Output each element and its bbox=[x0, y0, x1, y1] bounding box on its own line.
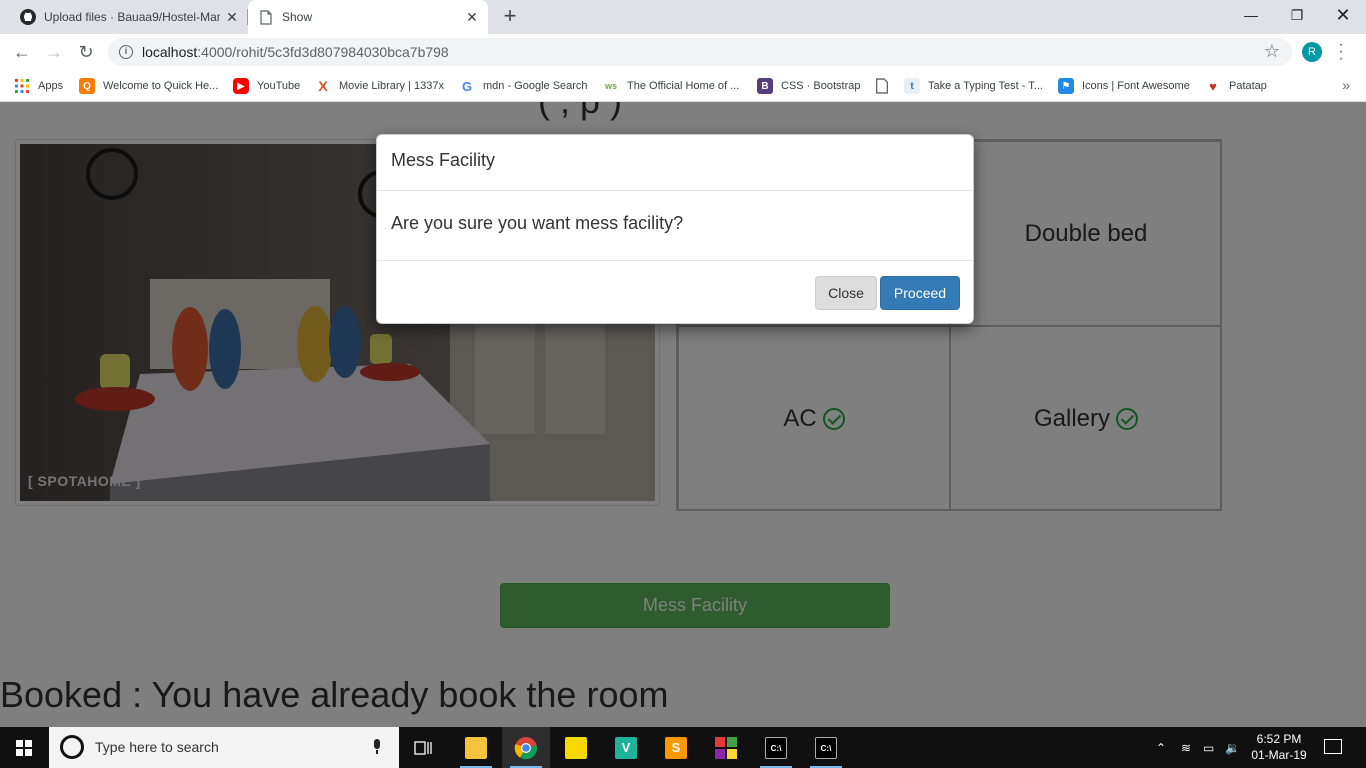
proceed-button[interactable]: Proceed bbox=[880, 276, 960, 310]
1337x-icon: X bbox=[318, 78, 328, 94]
youtube-icon: ▶ bbox=[233, 78, 249, 94]
back-arrow-icon[interactable]: ← bbox=[9, 39, 35, 65]
patatap-icon: ♥ bbox=[1209, 78, 1217, 94]
bookmark-patatap[interactable]: ♥ Patatap bbox=[1205, 77, 1267, 95]
volume-icon[interactable]: 🔉 bbox=[1225, 727, 1240, 768]
modal-footer: Close Proceed bbox=[377, 261, 973, 323]
chrome-taskbar-button[interactable] bbox=[502, 727, 550, 768]
close-icon[interactable]: ✕ bbox=[224, 9, 240, 25]
url-path: :4000/rohit/5c3fd3d807984030bca7b798 bbox=[197, 44, 449, 60]
cortana-icon bbox=[60, 735, 84, 759]
taskbar-search-box[interactable]: Type here to search bbox=[49, 727, 399, 768]
tab-show[interactable]: Show ✕ bbox=[248, 0, 488, 34]
bookmark-font-awesome[interactable]: ⚑ Icons | Font Awesome bbox=[1058, 77, 1190, 95]
tab-title: Upload files · Bauaa9/Hostel-Manag bbox=[44, 10, 220, 24]
sublime-icon: S bbox=[665, 736, 687, 759]
modal-title: Mess Facility bbox=[377, 135, 973, 191]
quickheal-icon: Q bbox=[79, 78, 95, 94]
browser-toolbar: ← → ↻ i localhost:4000/rohit/5c3fd3d8079… bbox=[0, 34, 1366, 70]
clock-time: 6:52 PM bbox=[1256, 732, 1302, 746]
document-icon bbox=[260, 9, 272, 25]
forward-arrow-icon[interactable]: → bbox=[41, 39, 67, 65]
search-placeholder: Type here to search bbox=[95, 739, 219, 755]
terminal-button-2[interactable]: C:\ bbox=[802, 727, 850, 768]
office-app-button[interactable] bbox=[702, 727, 750, 768]
bookmark-apps[interactable]: Apps bbox=[14, 77, 63, 95]
command-prompt-icon: C:\ bbox=[815, 736, 837, 759]
new-tab-button[interactable]: + bbox=[498, 5, 522, 29]
minimize-button[interactable]: — bbox=[1228, 0, 1274, 30]
tab-title: Show bbox=[282, 10, 313, 24]
tab-github-upload[interactable]: Upload files · Bauaa9/Hostel-Manag ✕ bbox=[8, 0, 248, 34]
apps-grid-icon bbox=[14, 78, 30, 94]
bookmark-star-icon[interactable]: ☆ bbox=[1264, 41, 1280, 62]
window-close-button[interactable]: ✕ bbox=[1320, 0, 1366, 30]
reload-icon[interactable]: ↻ bbox=[73, 39, 99, 65]
font-awesome-icon: ⚑ bbox=[1058, 78, 1074, 94]
bookmark-label: The Official Home of ... bbox=[627, 80, 740, 92]
app-icon: V bbox=[615, 736, 637, 759]
profile-avatar[interactable]: R bbox=[1302, 42, 1322, 62]
typing-test-icon: t bbox=[904, 78, 920, 94]
bookmarks-bar: Apps Q Welcome to Quick He... ▶ YouTube … bbox=[0, 70, 1366, 102]
url-host: localhost bbox=[142, 44, 198, 60]
store-app-button[interactable]: V bbox=[602, 727, 650, 768]
colored-squares-icon bbox=[715, 736, 737, 759]
bookmark-label: CSS · Bootstrap bbox=[781, 80, 861, 92]
bookmark-label: Patatap bbox=[1229, 80, 1267, 92]
clock-date: 01-Mar-19 bbox=[1251, 748, 1307, 762]
browser-tab-strip: Upload files · Bauaa9/Hostel-Manag ✕ Sho… bbox=[0, 0, 1366, 34]
github-icon bbox=[20, 9, 36, 25]
bookmark-bootstrap[interactable]: B CSS · Bootstrap bbox=[757, 77, 860, 95]
bookmark-page[interactable] bbox=[874, 77, 898, 95]
bookmark-youtube[interactable]: ▶ YouTube bbox=[233, 77, 300, 95]
folder-icon bbox=[465, 736, 487, 759]
bookmark-typing-test[interactable]: t Take a Typing Test - T... bbox=[904, 77, 1043, 95]
task-view-icon bbox=[414, 740, 432, 755]
chrome-icon bbox=[514, 736, 538, 759]
bookmark-label: mdn - Google Search bbox=[483, 80, 588, 92]
restore-button[interactable]: ❐ bbox=[1274, 0, 1320, 30]
bookmark-quickheal[interactable]: Q Welcome to Quick He... bbox=[79, 77, 218, 95]
sticky-note-icon bbox=[565, 736, 587, 759]
close-button[interactable]: Close bbox=[815, 276, 877, 310]
battery-icon[interactable]: ▭ bbox=[1203, 727, 1214, 768]
bookmark-label: Icons | Font Awesome bbox=[1082, 80, 1190, 92]
bootstrap-icon: B bbox=[757, 78, 773, 94]
mess-facility-dialog: Mess Facility Are you sure you want mess… bbox=[376, 134, 974, 324]
sticky-notes-button[interactable] bbox=[552, 727, 600, 768]
start-button[interactable] bbox=[0, 727, 48, 768]
official-home-icon: ws bbox=[604, 81, 617, 91]
google-icon: G bbox=[461, 78, 473, 94]
url-text[interactable]: localhost:4000/rohit/5c3fd3d807984030bca… bbox=[142, 44, 449, 60]
address-bar[interactable]: i localhost:4000/rohit/5c3fd3d807984030b… bbox=[108, 38, 1292, 66]
bookmark-google-search[interactable]: G mdn - Google Search bbox=[459, 77, 588, 95]
bookmark-1337x[interactable]: X Movie Library | 1337x bbox=[315, 77, 444, 95]
microphone-icon[interactable] bbox=[372, 739, 382, 755]
command-prompt-icon: C:\ bbox=[765, 736, 787, 759]
page-icon bbox=[876, 78, 888, 94]
show-hidden-icons[interactable]: ⌃ bbox=[1156, 727, 1166, 768]
sublime-text-button[interactable]: S bbox=[652, 727, 700, 768]
bookmark-label: Take a Typing Test - T... bbox=[928, 80, 1043, 92]
task-view-button[interactable] bbox=[400, 727, 448, 768]
file-explorer-button[interactable] bbox=[452, 727, 500, 768]
windows-taskbar: Type here to search V S C:\ C:\ ⌃ ≋ ▭ 🔉 bbox=[0, 727, 1366, 768]
info-icon[interactable]: i bbox=[119, 45, 133, 59]
bookmark-label: YouTube bbox=[257, 80, 301, 92]
bookmark-label: Welcome to Quick He... bbox=[103, 80, 219, 92]
notification-icon[interactable] bbox=[1324, 739, 1342, 754]
bookmark-official-home[interactable]: ws The Official Home of ... bbox=[603, 77, 739, 95]
bookmark-label: Movie Library | 1337x bbox=[339, 80, 444, 92]
chevron-right-icon[interactable]: » bbox=[1342, 77, 1350, 93]
modal-message: Are you sure you want mess facility? bbox=[377, 191, 973, 261]
bookmark-label: Apps bbox=[38, 80, 64, 92]
kebab-menu-icon[interactable]: · · · bbox=[1336, 37, 1346, 67]
wifi-icon[interactable]: ≋ bbox=[1181, 727, 1191, 768]
windows-logo-icon bbox=[16, 740, 32, 756]
close-icon[interactable]: ✕ bbox=[464, 9, 480, 25]
terminal-button-1[interactable]: C:\ bbox=[752, 727, 800, 768]
system-clock[interactable]: 6:52 PM 01-Mar-19 bbox=[1246, 731, 1312, 763]
chevron-up-icon: ⌃ bbox=[1156, 740, 1167, 755]
